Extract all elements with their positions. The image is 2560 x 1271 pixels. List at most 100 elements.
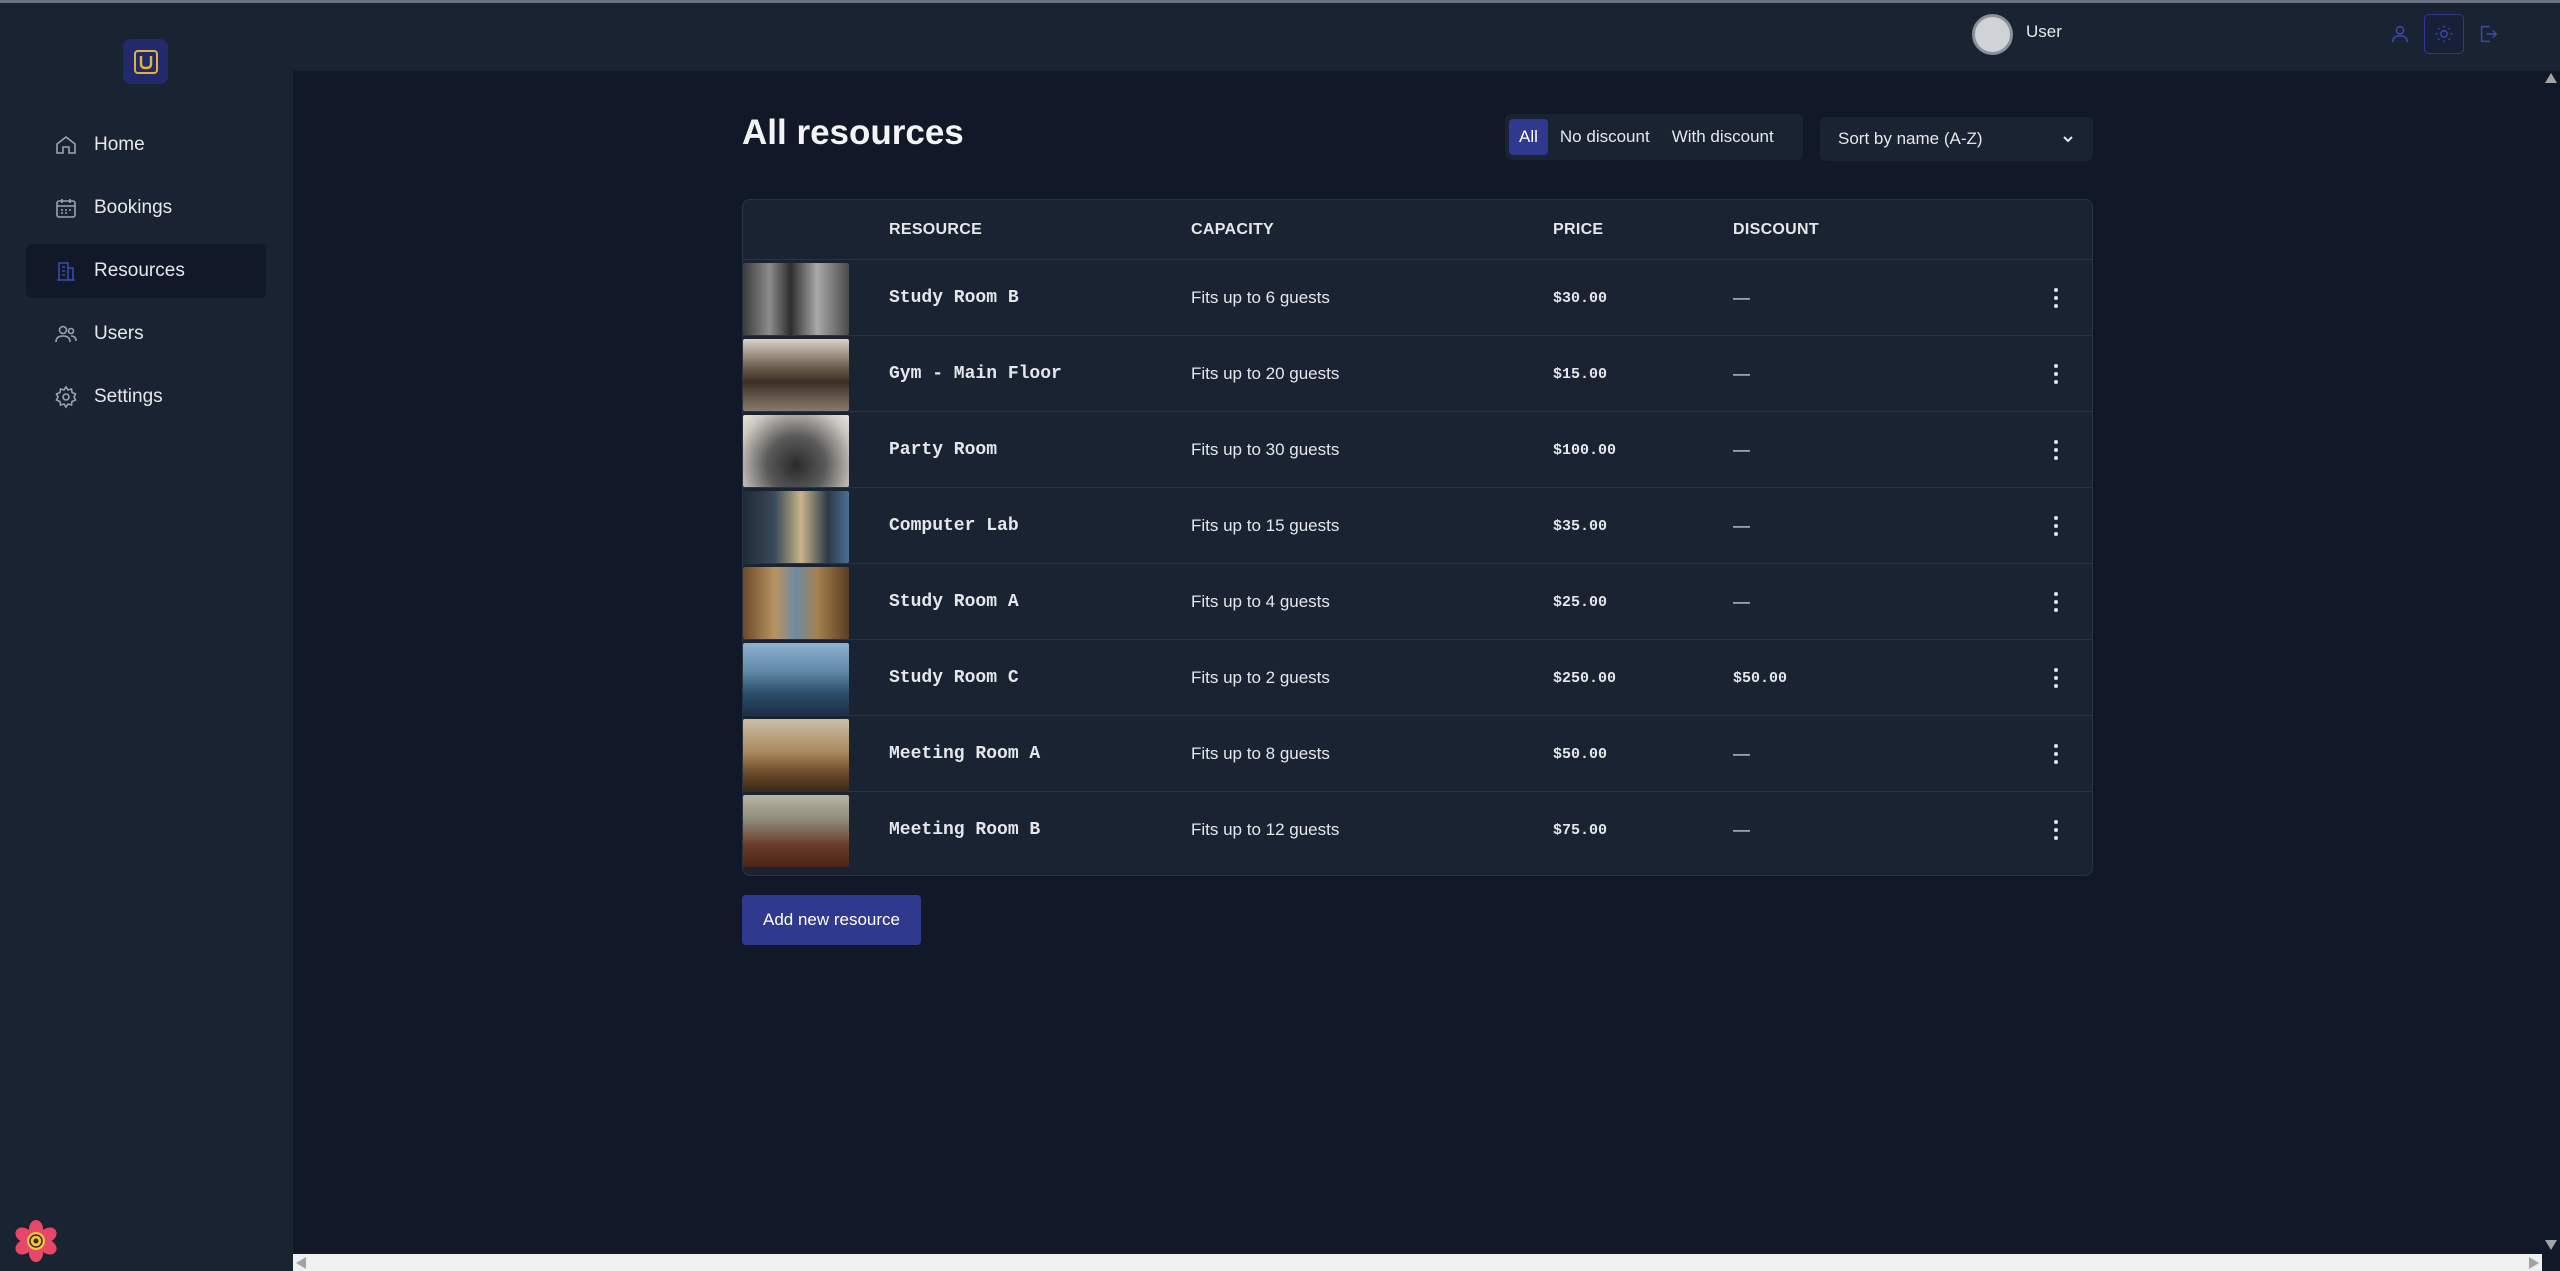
resource-name: Gym - Main Floor [889, 364, 1062, 384]
table-row[interactable]: Study Room A Fits up to 4 guests $25.00 … [743, 564, 2092, 640]
table-row[interactable]: Computer Lab Fits up to 15 guests $35.00… [743, 488, 2092, 564]
window-top-border [0, 0, 2560, 3]
sort-select-value: Sort by name (A-Z) [1838, 129, 1983, 148]
resource-thumbnail [743, 491, 849, 563]
discount-filter-group: All No discount With discount [1505, 114, 1803, 160]
resource-thumbnail [743, 339, 849, 411]
table-row[interactable]: Meeting Room B Fits up to 12 guests $75.… [743, 792, 2092, 868]
building-icon [57, 262, 75, 281]
add-new-resource-button[interactable]: Add new resource [742, 895, 921, 945]
row-menu-icon[interactable] [2046, 512, 2066, 540]
top-bar [293, 3, 2560, 71]
scroll-left-arrow-icon[interactable] [296, 1257, 306, 1269]
table-row[interactable]: Study Room C Fits up to 2 guests $250.00… [743, 640, 2092, 716]
resource-price: $30.00 [1553, 290, 1608, 307]
resource-thumbnail [743, 719, 849, 791]
resource-discount: — [1733, 820, 1750, 839]
sidebar-item-home[interactable]: Home [26, 118, 266, 172]
resource-capacity: Fits up to 4 guests [1191, 592, 1330, 611]
page-title: All resources [742, 113, 964, 152]
profile-icon[interactable] [2380, 14, 2420, 54]
column-header-resource[interactable]: RESOURCE [889, 221, 982, 239]
avatar[interactable] [1972, 14, 2013, 55]
table-row[interactable]: Party Room Fits up to 30 guests $100.00 … [743, 412, 2092, 488]
table-row[interactable]: Study Room B Fits up to 6 guests $30.00 … [743, 260, 2092, 336]
resource-thumbnail [743, 643, 849, 715]
scroll-up-arrow-icon[interactable] [2545, 73, 2557, 83]
resource-price: $75.00 [1553, 822, 1608, 839]
row-menu-icon[interactable] [2046, 816, 2066, 844]
resource-capacity: Fits up to 15 guests [1191, 516, 1340, 535]
sidebar-item-label: Home [94, 134, 145, 155]
theme-toggle-sun-icon[interactable] [2424, 14, 2464, 54]
logout-icon[interactable] [2468, 14, 2508, 54]
vertical-scrollbar[interactable] [2542, 71, 2560, 1254]
resource-thumbnail [743, 263, 849, 335]
app-logo-icon[interactable] [123, 39, 168, 84]
sidebar-item-label: Users [94, 323, 144, 344]
table-row[interactable]: Gym - Main Floor Fits up to 20 guests $1… [743, 336, 2092, 412]
gear-icon [55, 385, 77, 409]
resource-price: $25.00 [1553, 594, 1608, 611]
row-menu-icon[interactable] [2046, 740, 2066, 768]
resource-discount: — [1733, 516, 1750, 535]
sidebar-item-bookings[interactable]: Bookings [26, 181, 266, 235]
resource-price: $15.00 [1553, 366, 1608, 383]
resources-table: RESOURCE CAPACITY PRICE DISCOUNT Study R… [742, 199, 2093, 876]
resource-discount: — [1733, 288, 1750, 307]
sidebar-item-label: Settings [94, 386, 163, 407]
resource-capacity: Fits up to 12 guests [1191, 820, 1340, 839]
sidebar-item-settings[interactable]: Settings [26, 370, 266, 424]
resource-name: Study Room A [889, 592, 1019, 612]
sort-select[interactable]: Sort by name (A-Z) [1820, 117, 2093, 161]
sidebar-item-users[interactable]: Users [26, 307, 266, 361]
resource-capacity: Fits up to 30 guests [1191, 440, 1340, 459]
users-icon [55, 325, 77, 343]
filter-all-button[interactable]: All [1509, 119, 1548, 155]
sidebar-item-label: Bookings [94, 197, 173, 218]
row-menu-icon[interactable] [2046, 664, 2066, 692]
row-menu-icon[interactable] [2046, 436, 2066, 464]
row-menu-icon[interactable] [2046, 284, 2066, 312]
resource-price: $35.00 [1553, 518, 1608, 535]
row-menu-icon[interactable] [2046, 588, 2066, 616]
home-icon [56, 135, 76, 154]
resource-price: $50.00 [1553, 746, 1608, 763]
resource-capacity: Fits up to 2 guests [1191, 668, 1330, 687]
calendar-icon [56, 199, 76, 218]
row-menu-icon[interactable] [2046, 360, 2066, 388]
filter-no-discount-button[interactable]: No discount [1550, 119, 1660, 155]
column-header-capacity[interactable]: CAPACITY [1191, 221, 1274, 239]
column-header-discount[interactable]: DISCOUNT [1733, 221, 1819, 239]
resource-capacity: Fits up to 6 guests [1191, 288, 1330, 307]
sidebar: Home Bookings Resources Users Settings [0, 3, 293, 1271]
sidebar-item-resources[interactable]: Resources [26, 244, 266, 298]
resource-price: $100.00 [1553, 442, 1617, 459]
chevron-down-icon [2063, 136, 2073, 143]
table-header: RESOURCE CAPACITY PRICE DISCOUNT [743, 200, 2092, 260]
scroll-right-arrow-icon[interactable] [2529, 1257, 2539, 1269]
horizontal-scrollbar[interactable] [293, 1254, 2542, 1271]
resource-price: $250.00 [1553, 670, 1617, 687]
resource-discount: — [1733, 364, 1750, 383]
resource-capacity: Fits up to 20 guests [1191, 364, 1340, 383]
sidebar-item-label: Resources [94, 260, 185, 281]
resource-name: Meeting Room B [889, 820, 1041, 840]
resource-discount: — [1733, 744, 1750, 763]
resource-thumbnail [743, 567, 849, 639]
column-header-price[interactable]: PRICE [1553, 221, 1603, 239]
resource-capacity: Fits up to 8 guests [1191, 744, 1330, 763]
scroll-down-arrow-icon[interactable] [2545, 1240, 2557, 1250]
resource-discount: — [1733, 592, 1750, 611]
resource-thumbnail [743, 795, 849, 867]
user-label: User [2026, 22, 2062, 41]
resource-discount: $50.00 [1733, 670, 1788, 687]
resource-name: Study Room B [889, 288, 1019, 308]
resource-name: Meeting Room A [889, 744, 1041, 764]
table-row[interactable]: Meeting Room A Fits up to 8 guests $50.0… [743, 716, 2092, 792]
react-devtools-icon[interactable] [14, 1219, 58, 1263]
resource-name: Computer Lab [889, 516, 1019, 536]
resource-thumbnail [743, 415, 849, 487]
filter-with-discount-button[interactable]: With discount [1662, 119, 1784, 155]
resource-name: Study Room C [889, 668, 1019, 688]
